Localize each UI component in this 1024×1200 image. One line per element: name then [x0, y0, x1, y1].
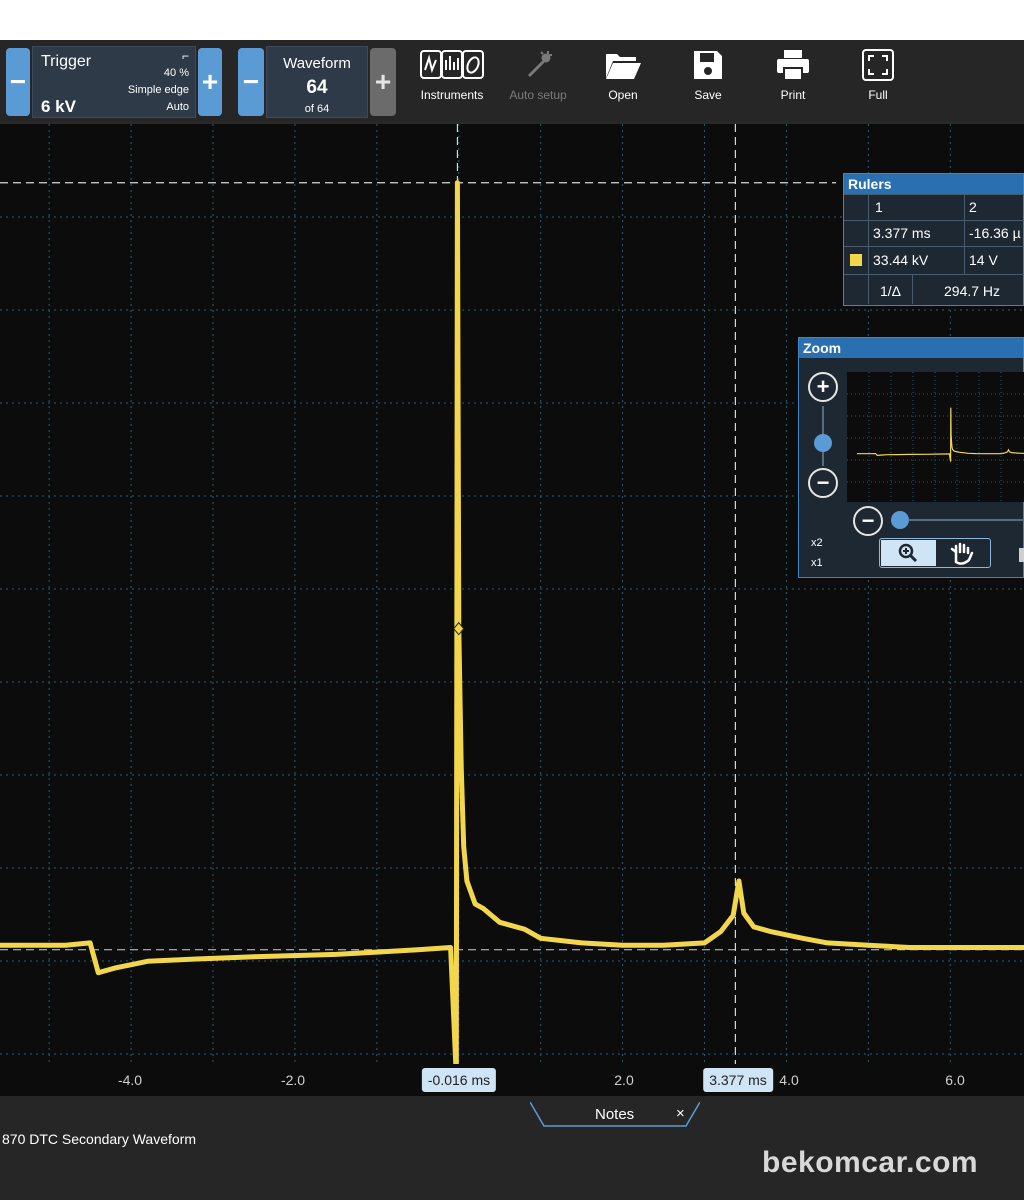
- zoom-factor-x1: x1: [811, 557, 823, 569]
- trigger-panel[interactable]: Trigger 6 kV ⌐ 40 % Simple edge Auto: [32, 46, 196, 118]
- channel-color-swatch: [850, 254, 862, 266]
- notes-tab-label: Notes: [595, 1106, 635, 1123]
- ruler-2-voltage: 14 V: [969, 252, 998, 268]
- ruler-column-2: 2: [969, 199, 977, 215]
- trigger-mode: Simple edge: [127, 84, 189, 96]
- waveform-title: Waveform: [283, 55, 351, 72]
- notes-close-button[interactable]: ×: [676, 1105, 685, 1122]
- trigger-decrease-button[interactable]: −: [6, 48, 30, 116]
- x-tick-label: -4.0: [117, 1072, 143, 1088]
- waveform-number: 64: [306, 77, 328, 98]
- trigger-title: Trigger: [41, 53, 92, 70]
- ruler-1-time-label[interactable]: -0.016 ms: [421, 1068, 497, 1092]
- x-tick-label: 2.0: [614, 1072, 634, 1088]
- zoom-factor-x2: x2: [811, 537, 823, 549]
- ruler-2-time-label[interactable]: 3.377 ms: [703, 1068, 773, 1092]
- rising-edge-icon: ⌐: [181, 49, 189, 63]
- zoom-panel[interactable]: Zoom + − − x2 x1: [798, 337, 1024, 578]
- zoom-overview[interactable]: [847, 372, 1024, 502]
- horizontal-zoom-out-button[interactable]: −: [853, 506, 883, 536]
- zoom-panel-edge-control: [1019, 548, 1024, 562]
- zoom-tool-button[interactable]: [881, 540, 936, 566]
- fullscreen-button[interactable]: Full: [838, 48, 918, 116]
- zoom-tool-group: [879, 538, 991, 568]
- trigger-level: 6 kV: [41, 97, 76, 116]
- ruler-2-time: -16.36 µ: [969, 225, 1021, 241]
- notes-text[interactable]: 870 DTC Secondary Waveform: [2, 1131, 196, 1147]
- x-tick-label: 4.0: [779, 1072, 799, 1088]
- auto-setup-icon: [527, 51, 552, 78]
- print-label: Print: [780, 88, 806, 102]
- waveform-trace: [0, 180, 1024, 1079]
- x-axis-bar: [0, 1064, 1024, 1096]
- zoom-out-button[interactable]: −: [808, 468, 838, 498]
- open-button[interactable]: Open: [583, 48, 663, 116]
- fullscreen-label: Full: [868, 88, 888, 102]
- ruler-column-1: 1: [875, 199, 883, 215]
- ruler-frequency: 294.7 Hz: [944, 283, 1001, 299]
- save-label: Save: [694, 88, 722, 102]
- window-top-strip: [0, 0, 1024, 40]
- zoom-overview-chart: [847, 372, 1024, 502]
- instruments-button[interactable]: Instruments: [412, 48, 492, 116]
- instruments-icon: [420, 50, 484, 79]
- magnifier-icon: [898, 543, 918, 563]
- print-button[interactable]: Print: [753, 48, 833, 116]
- zoom-title: Zoom: [799, 338, 1023, 358]
- auto-setup-label: Auto setup: [509, 88, 567, 102]
- zoom-horizontal-track: [893, 519, 1024, 521]
- x-tick-label: -2.0: [280, 1072, 306, 1088]
- open-label: Open: [608, 88, 638, 102]
- trigger-percent: 40 %: [163, 67, 189, 79]
- auto-setup-button[interactable]: Auto setup: [498, 48, 578, 116]
- save-icon: [694, 51, 722, 79]
- save-button[interactable]: Save: [668, 48, 748, 116]
- fullscreen-icon: [862, 49, 894, 81]
- waveform-next-button[interactable]: +: [370, 48, 396, 116]
- trigger-auto: Auto: [166, 101, 189, 113]
- ruler-1-voltage: 33.44 kV: [873, 252, 929, 268]
- watermark: bekomcar.com: [762, 1146, 979, 1179]
- rulers-panel[interactable]: Rulers 1 2 3.377 ms -16.36 µ 33.44 kV 14…: [843, 173, 1024, 306]
- x-tick-label: 6.0: [945, 1072, 965, 1088]
- instruments-label: Instruments: [420, 88, 484, 102]
- print-icon: [777, 50, 809, 81]
- waveform-previous-button[interactable]: −: [238, 48, 264, 116]
- hand-icon: [950, 542, 974, 565]
- waveform-panel[interactable]: Waveform 64 of 64: [266, 46, 368, 118]
- folder-open-icon: [606, 54, 641, 79]
- inverse-delta-label: 1/Δ: [880, 283, 902, 299]
- pan-tool-button[interactable]: [936, 540, 991, 566]
- zoom-overview-trace: [857, 407, 1024, 462]
- waveform-count: of 64: [304, 103, 330, 115]
- rulers-title: Rulers: [844, 174, 1023, 194]
- zoom-in-button[interactable]: +: [808, 372, 838, 402]
- trigger-increase-button[interactable]: +: [198, 48, 222, 116]
- zoom-vertical-handle[interactable]: [814, 434, 832, 452]
- zoom-horizontal-handle[interactable]: [891, 511, 909, 529]
- ruler-1-time: 3.377 ms: [873, 225, 931, 241]
